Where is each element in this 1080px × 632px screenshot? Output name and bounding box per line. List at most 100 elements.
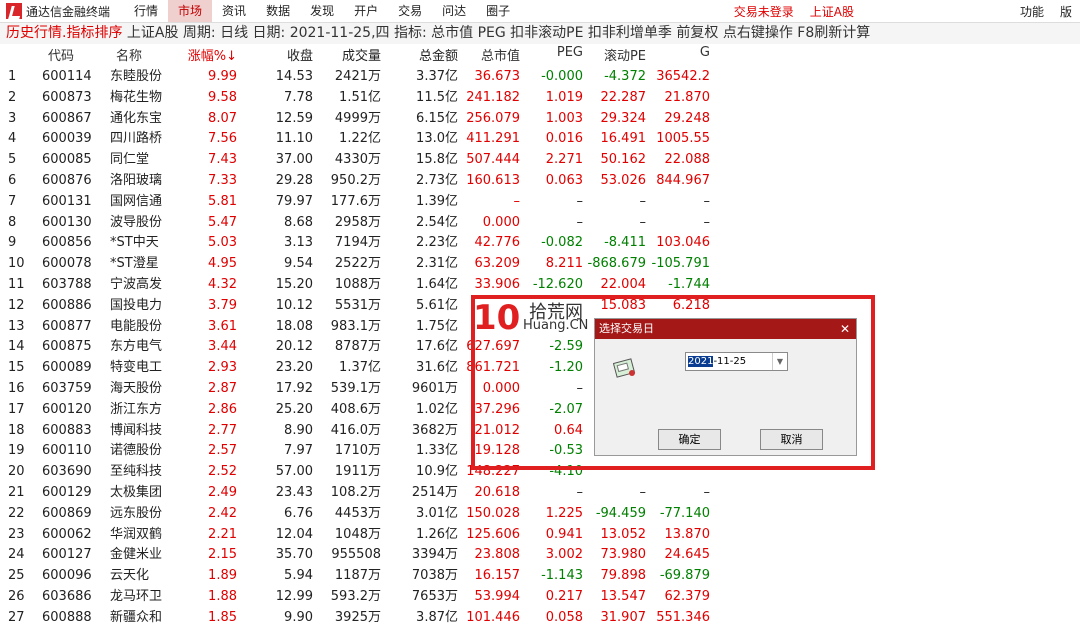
menu-right: 交易未登录 上证A股 功能 版 <box>726 0 1080 22</box>
pe-value: – <box>639 485 647 500</box>
menu-item-open-account[interactable]: 开户 <box>344 0 388 22</box>
menu-item-ask[interactable]: 问达 <box>432 0 476 22</box>
change-pct: 3.79 <box>208 297 237 313</box>
amount: 1.75亿 <box>416 318 458 334</box>
stock-name: *ST中天 <box>110 235 159 251</box>
header-volume[interactable]: 成交量 <box>342 45 381 64</box>
header-name[interactable]: 名称 <box>116 45 142 64</box>
table-row[interactable]: 22 600869 远东股份 2.42 6.76 4453万 3.01亿 150.028 1.2… <box>0 504 1080 524</box>
table-row[interactable]: 8 600130 波导股份 5.47 8.68 2958万 2.54亿 0.000 – – – <box>0 213 1080 233</box>
amount: 2.54亿 <box>416 214 458 230</box>
change-pct: 2.77 <box>208 422 237 438</box>
stock-code: 603686 <box>42 589 92 604</box>
menu-item-news[interactable]: 资讯 <box>212 0 256 22</box>
history-label[interactable]: 历史行情.指标排序 <box>0 25 122 41</box>
table-row[interactable]: 21 600129 太极集团 2.49 23.43 108.2万 2514万 20.618 – –… <box>0 483 1080 503</box>
stock-name: 海天股份 <box>110 381 163 396</box>
volume: 593.2万 <box>330 589 381 604</box>
date-picker[interactable]: 2021-11-25 ▼ <box>685 352 788 371</box>
header-price[interactable]: 收盘 <box>287 45 313 64</box>
version-menu[interactable]: 版 <box>1052 3 1080 20</box>
menu-item-discover[interactable]: 发现 <box>300 0 344 22</box>
menu-bar: 通达信金融终端 行情 市场 资讯 数据 发现 开户 交易 问达 圈子 交易未登录… <box>0 0 1080 23</box>
chevron-down-icon[interactable]: ▼ <box>772 353 787 370</box>
stock-code: 600129 <box>42 485 92 500</box>
amount: 1.33亿 <box>416 443 458 459</box>
volume: 1710万 <box>334 443 381 459</box>
change-pct: 4.95 <box>208 256 237 272</box>
table-row[interactable]: 4 600039 四川路桥 7.56 11.10 1.22亿 13.0亿 411.291 0.0… <box>0 129 1080 149</box>
table-row[interactable]: 23 600062 华润双鹤 2.21 12.04 1048万 1.26亿 125.606 0.… <box>0 525 1080 545</box>
login-status-link[interactable]: 交易未登录 <box>726 3 802 20</box>
table-row[interactable]: 2 600873 梅花生物 9.58 7.78 1.51亿 11.5亿 241.182 1.01… <box>0 88 1080 108</box>
header-pe[interactable]: 滚动PE <box>604 45 646 64</box>
table-row[interactable]: 10 600078 *ST澄星 4.95 9.54 2522万 2.31亿 63.209 8.2… <box>0 254 1080 274</box>
header-market-cap[interactable]: 总市值 <box>481 45 520 64</box>
pe-value: 31.907 <box>600 609 647 625</box>
table-row[interactable]: 27 600888 新疆众和 1.85 9.90 3925万 3.87亿 101.446 0.0… <box>0 608 1080 628</box>
stock-code: 600089 <box>42 360 92 376</box>
menu-item-data[interactable]: 数据 <box>256 0 300 22</box>
table-row[interactable]: 1 600114 东睦股份 9.99 14.53 2421万 3.37亿 36.673 -0.0… <box>0 67 1080 87</box>
close-price: 29.28 <box>275 173 313 188</box>
header-change[interactable]: 涨幅%↓ <box>188 45 237 64</box>
close-price: 37.00 <box>275 152 313 168</box>
market-cap: – <box>513 193 521 209</box>
close-price: 25.20 <box>275 401 313 417</box>
peg-value: -0.000 <box>541 69 583 84</box>
table-row[interactable]: 24 600127 金健米业 2.15 35.70 955508 3394万 23.808 3.… <box>0 545 1080 565</box>
cancel-button[interactable]: 取消 <box>760 429 823 450</box>
market-cap: 0.000 <box>482 214 520 230</box>
table-row[interactable]: 9 600856 *ST中天 5.03 3.13 7194万 2.23亿 42.776 -0.0… <box>0 233 1080 253</box>
header-g[interactable]: G <box>700 45 710 60</box>
stock-name: 同仁堂 <box>110 152 150 168</box>
market-cap: 63.209 <box>474 256 521 272</box>
peg-value: 0.941 <box>545 526 583 542</box>
stock-code: 600096 <box>42 568 92 584</box>
table-row[interactable]: 7 600131 国网信通 5.81 79.97 177.6万 1.39亿 – – – – <box>0 192 1080 212</box>
market-cap: 23.808 <box>474 547 521 563</box>
table-row[interactable]: 6 600876 洛阳玻璃 7.33 29.28 950.2万 2.73亿 160.613 0.… <box>0 171 1080 191</box>
table-row[interactable]: 11 603788 宁波高发 4.32 15.20 1088万 1.64亿 33.906 -12… <box>0 275 1080 295</box>
table-row[interactable]: 26 603686 龙马环卫 1.88 12.99 593.2万 7653万 53.994 0.… <box>0 587 1080 607</box>
stock-name: 至纯科技 <box>110 464 163 480</box>
close-price: 12.99 <box>275 589 313 604</box>
g-value: – <box>703 193 711 209</box>
close-icon[interactable]: ✕ <box>840 319 850 339</box>
close-price: 20.12 <box>275 339 313 355</box>
close-price: 9.54 <box>284 256 313 272</box>
volume: 416.0万 <box>330 422 381 438</box>
stock-code: 600078 <box>42 256 92 272</box>
change-pct: 1.88 <box>208 589 237 604</box>
function-menu[interactable]: 功能 <box>1012 3 1052 20</box>
peg-value: 0.063 <box>545 173 583 188</box>
row-index: 26 <box>8 589 25 604</box>
table-row[interactable]: 25 600096 云天化 1.89 5.94 1187万 7038万 16.157 -1.14… <box>0 566 1080 586</box>
menu-item-market[interactable]: 市场 <box>168 0 213 22</box>
header-code[interactable]: 代码 <box>48 45 74 64</box>
watermark: 10 拾荒网 Huang.CN <box>473 298 603 338</box>
table-row[interactable]: 5 600085 同仁堂 7.43 37.00 4330万 15.8亿 507.444 2.27… <box>0 150 1080 170</box>
row-index: 23 <box>8 526 25 542</box>
menu-item-trade[interactable]: 交易 <box>388 0 432 22</box>
amount: 6.15亿 <box>416 110 458 126</box>
market-selector[interactable]: 上证A股 <box>802 3 862 20</box>
menu-item-quotes[interactable]: 行情 <box>124 0 168 22</box>
g-value: 29.248 <box>664 110 711 126</box>
stock-code: 603759 <box>42 381 92 396</box>
menu-item-circle[interactable]: 圈子 <box>476 0 520 22</box>
stock-name: 宁波高发 <box>110 277 163 292</box>
stock-code: 600039 <box>42 131 92 147</box>
peg-value: 2.271 <box>545 152 583 168</box>
g-value: 13.870 <box>664 526 711 542</box>
table-row[interactable]: 3 600867 通化东宝 8.07 12.59 4999万 6.15亿 256.079 1.0… <box>0 109 1080 129</box>
peg-value: 1.003 <box>545 110 583 126</box>
header-peg[interactable]: PEG <box>557 45 583 60</box>
header-amount[interactable]: 总金额 <box>419 45 458 64</box>
row-index: 9 <box>8 235 17 251</box>
stock-name: 电能股份 <box>110 318 163 334</box>
stock-code: 600869 <box>42 505 92 521</box>
ok-button[interactable]: 确定 <box>658 429 721 450</box>
stock-name: 浙江东方 <box>110 401 163 417</box>
peg-value: 3.002 <box>545 547 583 563</box>
